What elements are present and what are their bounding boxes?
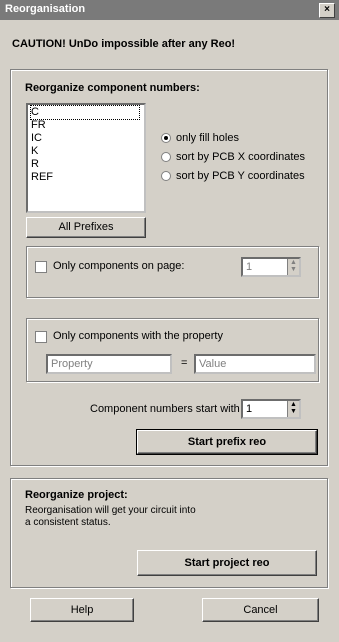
title-bar: Reorganisation × bbox=[0, 0, 339, 20]
value-field[interactable]: Value bbox=[194, 354, 316, 374]
start-number-value: 1 bbox=[246, 403, 253, 415]
project-description-line2: a consistent status. bbox=[25, 517, 111, 528]
project-description-line1: Reorganisation will get your circuit int… bbox=[25, 505, 196, 516]
equals-sign: = bbox=[181, 357, 188, 369]
spinner-arrows-icon[interactable]: ▲ ▼ bbox=[287, 259, 299, 275]
window-title: Reorganisation bbox=[5, 3, 86, 15]
project-title: Reorganize project: bbox=[25, 489, 128, 501]
start-project-reo-button[interactable]: Start project reo bbox=[137, 550, 317, 576]
page-number-value: 1 bbox=[246, 261, 253, 273]
property-field[interactable]: Property bbox=[46, 354, 172, 374]
radio-label: sort by PCB Y coordinates bbox=[176, 170, 305, 182]
spinner-arrows-icon[interactable]: ▲ ▼ bbox=[287, 401, 299, 417]
help-button[interactable]: Help bbox=[30, 598, 134, 622]
only-on-page-label: Only components on page: bbox=[53, 260, 185, 272]
start-prefix-reo-button[interactable]: Start prefix reo bbox=[136, 429, 318, 455]
only-with-property-checkbox[interactable] bbox=[35, 331, 47, 343]
list-item[interactable]: IC bbox=[31, 132, 141, 145]
radio-label: only fill holes bbox=[176, 132, 239, 144]
list-item[interactable]: REF bbox=[31, 171, 141, 184]
list-item[interactable]: C bbox=[30, 105, 140, 120]
prefix-list[interactable]: C FR IC K R REF bbox=[26, 103, 146, 213]
radio-only-fill-holes[interactable]: only fill holes bbox=[161, 131, 239, 145]
page-number-field[interactable]: 1 ▲ ▼ bbox=[241, 257, 301, 277]
list-item[interactable]: R bbox=[31, 158, 141, 171]
radio-selected-icon bbox=[161, 133, 171, 144]
start-with-label: Component numbers start with bbox=[90, 403, 240, 415]
all-prefixes-button[interactable]: All Prefixes bbox=[26, 217, 146, 238]
start-number-field[interactable]: 1 ▲ ▼ bbox=[241, 399, 301, 419]
radio-sort-y[interactable]: sort by PCB Y coordinates bbox=[161, 169, 305, 183]
value-placeholder: Value bbox=[199, 358, 227, 370]
list-item[interactable]: FR bbox=[31, 119, 141, 132]
property-placeholder: Property bbox=[51, 358, 93, 370]
cancel-button[interactable]: Cancel bbox=[202, 598, 319, 622]
radio-icon bbox=[161, 171, 171, 182]
radio-sort-x[interactable]: sort by PCB X coordinates bbox=[161, 150, 305, 164]
component-numbers-title: Reorganize component numbers: bbox=[25, 82, 200, 94]
close-icon[interactable]: × bbox=[319, 3, 335, 18]
radio-label: sort by PCB X coordinates bbox=[176, 151, 306, 163]
radio-icon bbox=[161, 152, 171, 163]
only-on-page-checkbox[interactable] bbox=[35, 261, 47, 273]
list-item[interactable]: K bbox=[31, 145, 141, 158]
caution-warning: CAUTION! UnDo impossible after any Reo! bbox=[12, 38, 236, 50]
only-with-property-label: Only components with the property bbox=[53, 330, 223, 342]
